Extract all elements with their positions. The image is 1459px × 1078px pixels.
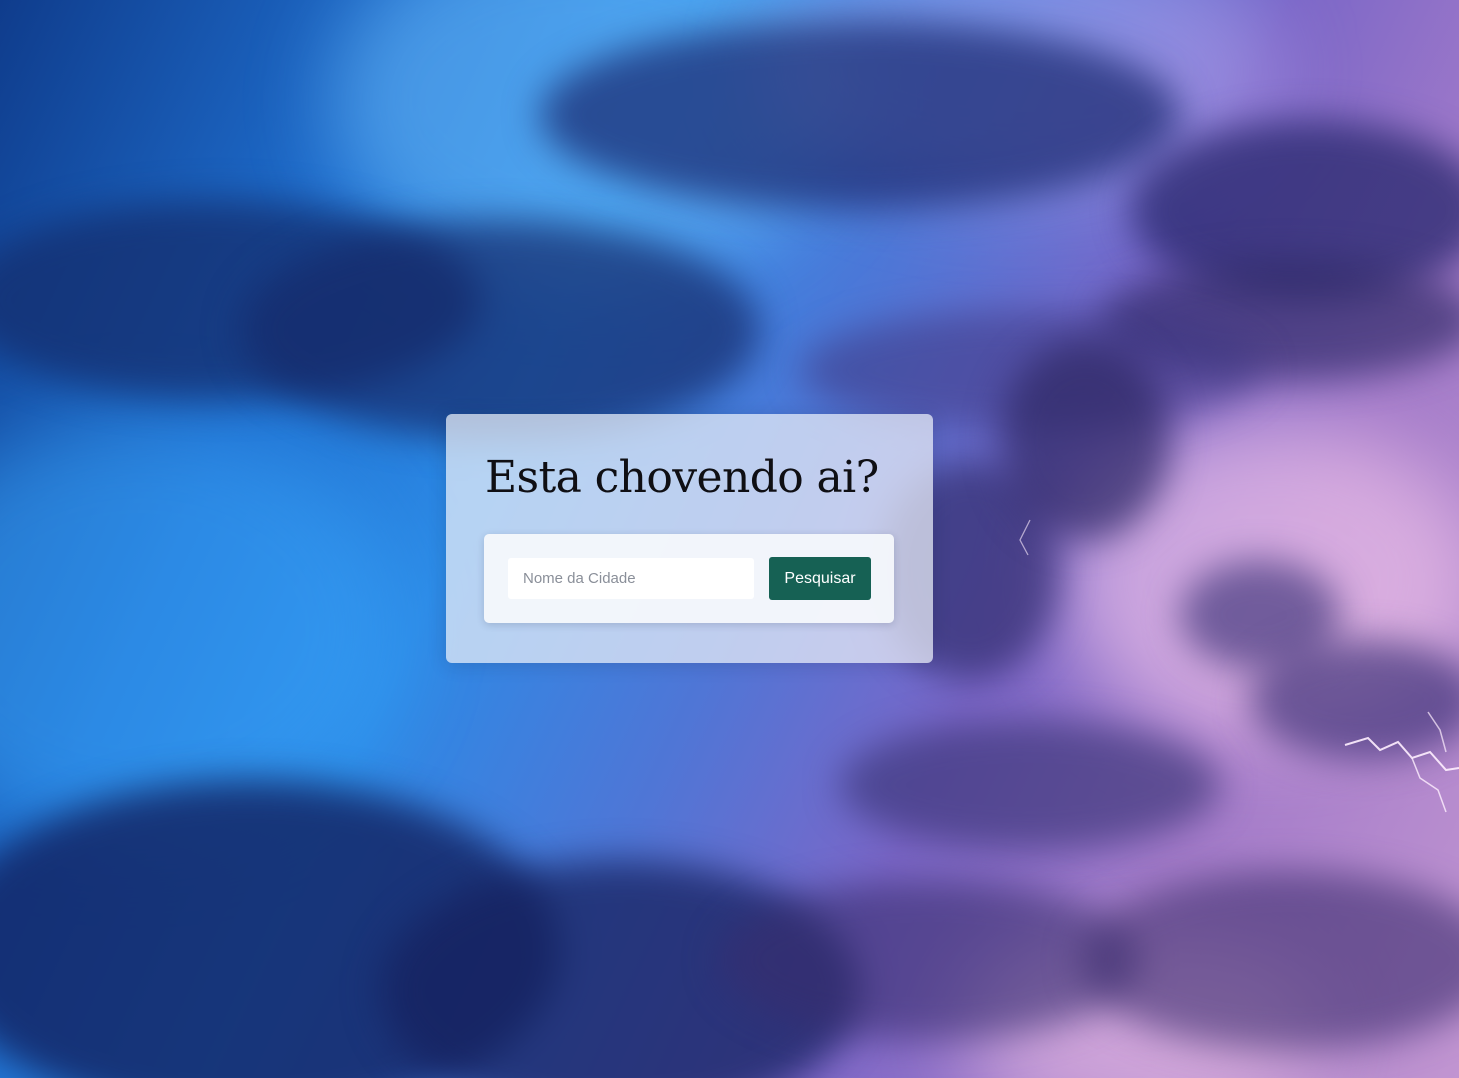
page-title: Esta chovendo ai?: [485, 452, 879, 503]
search-button[interactable]: Pesquisar: [769, 557, 871, 600]
search-card: Esta chovendo ai? Pesquisar: [446, 414, 933, 663]
city-name-input[interactable]: [508, 558, 754, 599]
search-form: Pesquisar: [484, 534, 894, 623]
